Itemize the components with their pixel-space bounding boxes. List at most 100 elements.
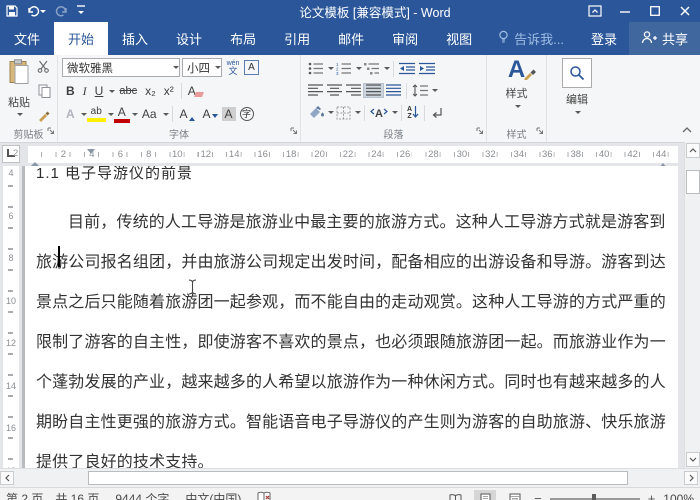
borders-button[interactable] [334, 106, 353, 120]
font-name-combo[interactable]: 微软雅黑 [62, 58, 180, 77]
bullets-button[interactable] [306, 62, 326, 75]
vertical-ruler[interactable]: 4681012141618 [3, 166, 19, 468]
doc-line[interactable]: 景点之后只能随着旅游团一起参观，而不能自由的走动观赏。这种人工导游的方式严重的 [36, 288, 666, 312]
line-spacing-button[interactable] [410, 84, 430, 97]
font-color-button[interactable]: A [113, 106, 130, 123]
horizontal-scroll-thumb[interactable] [88, 471, 628, 485]
asian-layout-dropdown[interactable] [392, 111, 398, 117]
multilevel-list-button[interactable] [362, 62, 382, 75]
distributed-button[interactable] [384, 84, 403, 97]
show-paragraph-marks-button[interactable] [428, 106, 446, 119]
clear-formatting-button[interactable]: A [185, 84, 204, 98]
subscript-button[interactable]: x₂ [141, 84, 160, 98]
maximize-button[interactable] [640, 0, 670, 22]
copy-icon[interactable] [38, 84, 51, 103]
numbering-button[interactable]: 123 [334, 62, 354, 75]
paste-button[interactable]: 粘贴 [4, 59, 34, 121]
editing-button[interactable]: 编辑 [547, 58, 607, 117]
redo-icon[interactable] [55, 5, 68, 17]
web-layout-button[interactable] [504, 490, 526, 500]
ribbon-tab[interactable]: 邮件 [324, 22, 378, 55]
scroll-right-button[interactable] [684, 471, 698, 485]
doc-line[interactable]: 期盼自主性更强的旅游方式。智能语音电子导游仪的产生则为游客的自助旅游、快乐旅游 [36, 408, 666, 432]
ribbon-tab[interactable]: 引用 [270, 22, 324, 55]
document-page[interactable]: 1.1 电子导游仪的前景 目前，传统的人工导游是旅游业中最主要的旅游方式。这种人… [25, 166, 678, 468]
language-indicator[interactable]: 中文(中国) [185, 490, 241, 500]
character-shading-button[interactable]: A [221, 107, 236, 121]
italic-button[interactable]: I [79, 84, 91, 99]
borders-dropdown[interactable] [355, 111, 361, 117]
vertical-scrollbar[interactable] [684, 142, 700, 468]
first-line-indent-marker[interactable] [87, 149, 95, 158]
scroll-down-button[interactable] [686, 452, 700, 467]
styles-button[interactable]: A 样式 [487, 58, 546, 111]
word-count[interactable]: 9444 个字 [115, 490, 169, 500]
phonetic-guide-button[interactable]: wén 文 [224, 60, 242, 76]
highlight-color-button[interactable]: ab [86, 106, 106, 122]
doc-line[interactable]: 个蓬勃发展的产业，越来越多的人希望以旅游作为一种休闲方式。同时也有越来越多的人 [36, 368, 666, 392]
align-left-button[interactable] [306, 84, 325, 97]
undo-button[interactable] [27, 5, 46, 17]
change-case-button[interactable]: Aa [138, 107, 161, 121]
justify-button[interactable] [363, 83, 384, 98]
enclose-character-button[interactable]: 字 [239, 107, 254, 121]
paste-dropdown[interactable] [17, 113, 23, 119]
superscript-button[interactable]: x² [160, 84, 178, 98]
doc-line[interactable]: 提供了良好的技术支持。 [36, 448, 214, 468]
doc-line[interactable]: 旅游公司报名组团，并由旅游公司规定出发时间，配备相应的出游设备和导游。游客到达 [36, 248, 666, 272]
cut-icon[interactable] [37, 60, 51, 78]
collapse-ribbon-button[interactable] [682, 120, 692, 138]
styles-dropdown[interactable] [514, 105, 521, 111]
ribbon-tab[interactable]: 插入 [108, 22, 162, 55]
sign-in-button[interactable]: 登录 [579, 22, 629, 55]
tab-file[interactable]: 文件 [0, 22, 54, 55]
page-indicator[interactable]: 第 2 页，共 16 页 [6, 490, 99, 500]
vertical-scroll-thumb[interactable] [686, 170, 700, 194]
multilevel-dropdown[interactable] [384, 67, 390, 73]
read-mode-button[interactable] [444, 490, 466, 500]
shading-button[interactable] [306, 105, 326, 120]
share-button[interactable]: 共享 [628, 22, 700, 55]
tell-me-box[interactable]: 告诉我... [486, 22, 576, 55]
ribbon-tab[interactable]: 设计 [162, 22, 216, 55]
underline-button[interactable]: U [91, 84, 108, 98]
zoom-level[interactable]: 100% [663, 492, 694, 500]
horizontal-scrollbar[interactable] [0, 468, 700, 487]
undo-dropdown[interactable] [40, 9, 46, 16]
font-dialog-launcher[interactable] [290, 122, 298, 140]
ribbon-tab[interactable]: 视图 [432, 22, 486, 55]
scroll-up-button[interactable] [686, 143, 700, 158]
close-button[interactable] [670, 0, 700, 22]
ribbon-tab[interactable]: 布局 [216, 22, 270, 55]
zoom-slider-handle[interactable] [591, 493, 596, 500]
align-right-button[interactable] [344, 84, 363, 97]
minimize-button[interactable] [610, 0, 640, 22]
editing-dropdown[interactable] [575, 111, 581, 117]
proofing-icon[interactable] [257, 491, 271, 500]
change-case-dropdown[interactable] [162, 112, 169, 119]
increase-indent-button[interactable] [417, 62, 437, 75]
customize-qat-button[interactable] [77, 5, 85, 17]
decrease-indent-button[interactable] [397, 62, 417, 75]
shrink-font-button[interactable]: A [199, 107, 222, 121]
paragraph-dialog-launcher[interactable] [476, 122, 484, 140]
styles-dialog-launcher[interactable] [536, 122, 544, 140]
doc-line[interactable]: 目前，传统的人工导游是旅游业中最主要的旅游方式。这种人工导游方式就是游客到 [68, 208, 666, 232]
text-effects-button[interactable]: A [62, 107, 79, 121]
clipboard-dialog-launcher[interactable] [47, 122, 55, 140]
zoom-out-button[interactable]: − [534, 491, 542, 500]
sort-button[interactable]: AZ [405, 106, 421, 120]
align-center-button[interactable] [325, 84, 344, 97]
doc-heading[interactable]: 1.1 电子导游仪的前景 [36, 166, 193, 183]
zoom-slider[interactable] [549, 493, 640, 500]
bold-button[interactable]: B [62, 84, 79, 98]
print-layout-button[interactable] [474, 489, 497, 500]
horizontal-ruler[interactable]: 2 2 4 6 8 10 12 14 16 18 20 22 24 26 28 30 32 34 36 38 40 42… [0, 143, 684, 170]
asian-layout-button[interactable]: A [368, 106, 390, 119]
strikethrough-button[interactable]: abc [115, 85, 141, 97]
character-border-button[interactable]: A [244, 60, 259, 75]
save-icon[interactable] [6, 5, 18, 17]
scroll-left-button[interactable] [0, 471, 14, 485]
ribbon-tab[interactable]: 开始 [54, 22, 109, 55]
ribbon-tab[interactable]: 审阅 [378, 22, 432, 55]
